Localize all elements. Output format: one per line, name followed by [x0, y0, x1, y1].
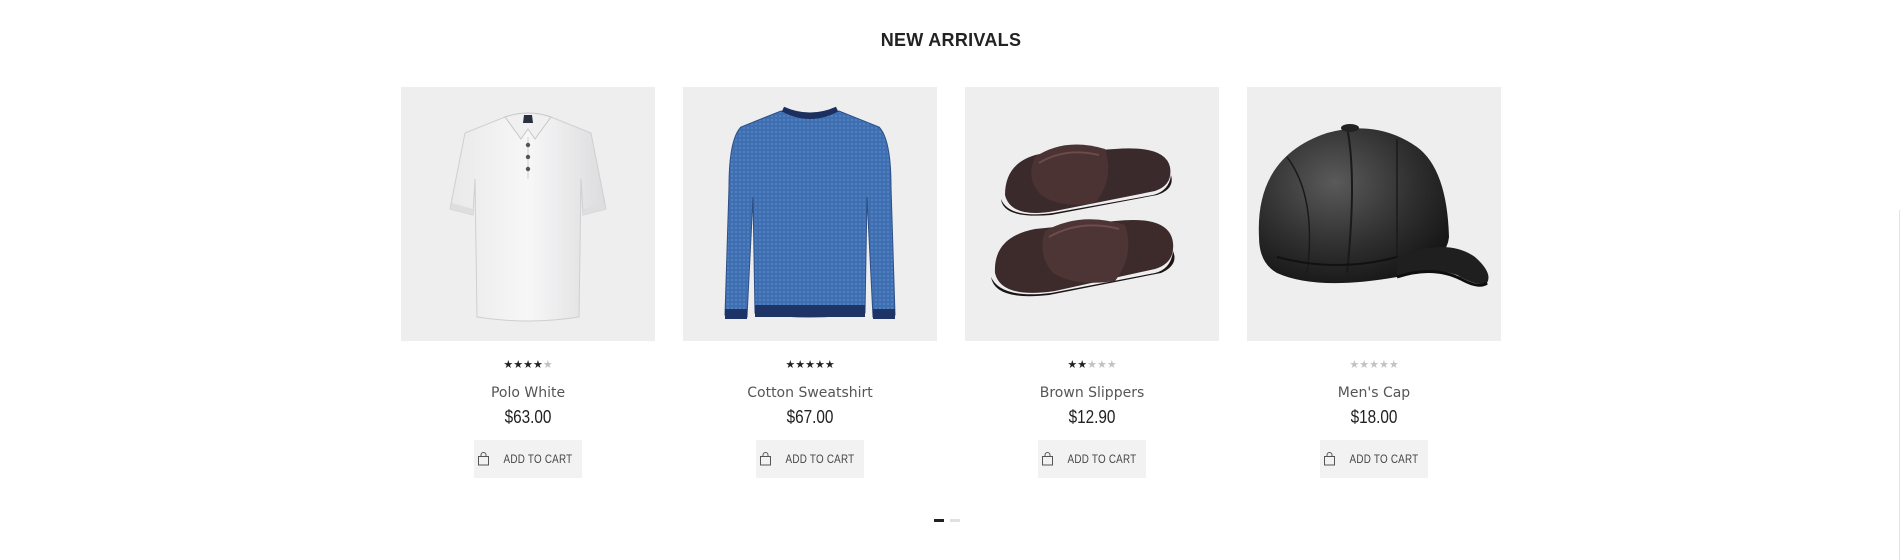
add-to-cart-label: ADD TO CART	[785, 452, 854, 466]
star-icon: ★	[523, 359, 533, 371]
rating-stars: ★★★★★	[965, 359, 1219, 371]
add-to-cart-button[interactable]: ADD TO CART	[1320, 440, 1428, 478]
product-price: $63.00	[504, 407, 552, 427]
add-to-cart-button[interactable]: ADD TO CART	[474, 440, 582, 478]
shopping-bag-icon	[1041, 452, 1053, 466]
sweatshirt-icon	[724, 106, 896, 319]
add-to-cart-label: ADD TO CART	[1349, 452, 1418, 466]
product-card: ★★★★★ Cotton Sweatshirt $67.00 ADD TO CA…	[683, 87, 937, 478]
star-icon: ★	[503, 359, 514, 371]
star-icon: ★	[1067, 359, 1078, 371]
cap-icon	[1258, 124, 1489, 287]
product-card: ★★★★★ Polo White $63.00 ADD TO CART	[401, 87, 655, 478]
star-icon: ★	[532, 359, 543, 371]
shopping-bag-icon	[759, 452, 771, 466]
product-name[interactable]: Brown Slippers	[965, 385, 1219, 401]
page-scroll-divider	[1899, 210, 1900, 560]
star-icon: ★	[824, 359, 835, 371]
product-price: $67.00	[786, 407, 834, 427]
carousel-dot[interactable]	[950, 519, 960, 522]
carousel-pagination	[934, 519, 960, 522]
section-title: NEW ARRIVALS	[880, 30, 1022, 50]
rating-stars: ★★★★★	[401, 359, 655, 371]
star-icon: ★	[513, 359, 524, 371]
product-carousel: ★★★★★ Polo White $63.00 ADD TO CART ★★★★…	[401, 87, 1501, 478]
product-image[interactable]	[965, 87, 1219, 341]
star-icon: ★	[1077, 359, 1088, 371]
add-to-cart-button[interactable]: ADD TO CART	[756, 440, 864, 478]
star-icon: ★	[1359, 359, 1370, 371]
product-card: ★★★★★ Brown Slippers $12.90 ADD TO CART	[965, 87, 1219, 478]
product-card: ★★★★★ Men's Cap $18.00 ADD TO CART	[1247, 87, 1501, 478]
shopping-bag-icon	[477, 452, 489, 466]
star-icon: ★	[1096, 359, 1107, 371]
rating-stars: ★★★★★	[1247, 359, 1501, 371]
polo-shirt-icon	[449, 112, 607, 322]
star-icon: ★	[1369, 359, 1379, 371]
add-to-cart-label: ADD TO CART	[503, 452, 572, 466]
product-image[interactable]	[401, 87, 655, 341]
slippers-icon	[991, 144, 1175, 297]
star-icon: ★	[542, 359, 553, 371]
add-to-cart-button[interactable]: ADD TO CART	[1038, 440, 1146, 478]
product-name[interactable]: Men's Cap	[1247, 385, 1501, 401]
star-icon: ★	[1349, 359, 1360, 371]
star-icon: ★	[1087, 359, 1097, 371]
product-name[interactable]: Cotton Sweatshirt	[683, 385, 937, 401]
star-icon: ★	[1378, 359, 1389, 371]
shopping-bag-icon	[1323, 452, 1335, 466]
product-name[interactable]: Polo White	[401, 385, 655, 401]
product-price: $12.90	[1068, 407, 1116, 427]
carousel-dot[interactable]	[934, 519, 944, 522]
add-to-cart-label: ADD TO CART	[1067, 452, 1136, 466]
star-icon: ★	[795, 359, 806, 371]
star-icon: ★	[1106, 359, 1117, 371]
star-icon: ★	[814, 359, 825, 371]
star-icon: ★	[1388, 359, 1399, 371]
star-icon: ★	[805, 359, 815, 371]
product-price: $18.00	[1350, 407, 1398, 427]
star-icon: ★	[785, 359, 796, 371]
product-image[interactable]	[683, 87, 937, 341]
rating-stars: ★★★★★	[683, 359, 937, 371]
product-image[interactable]	[1247, 87, 1501, 341]
